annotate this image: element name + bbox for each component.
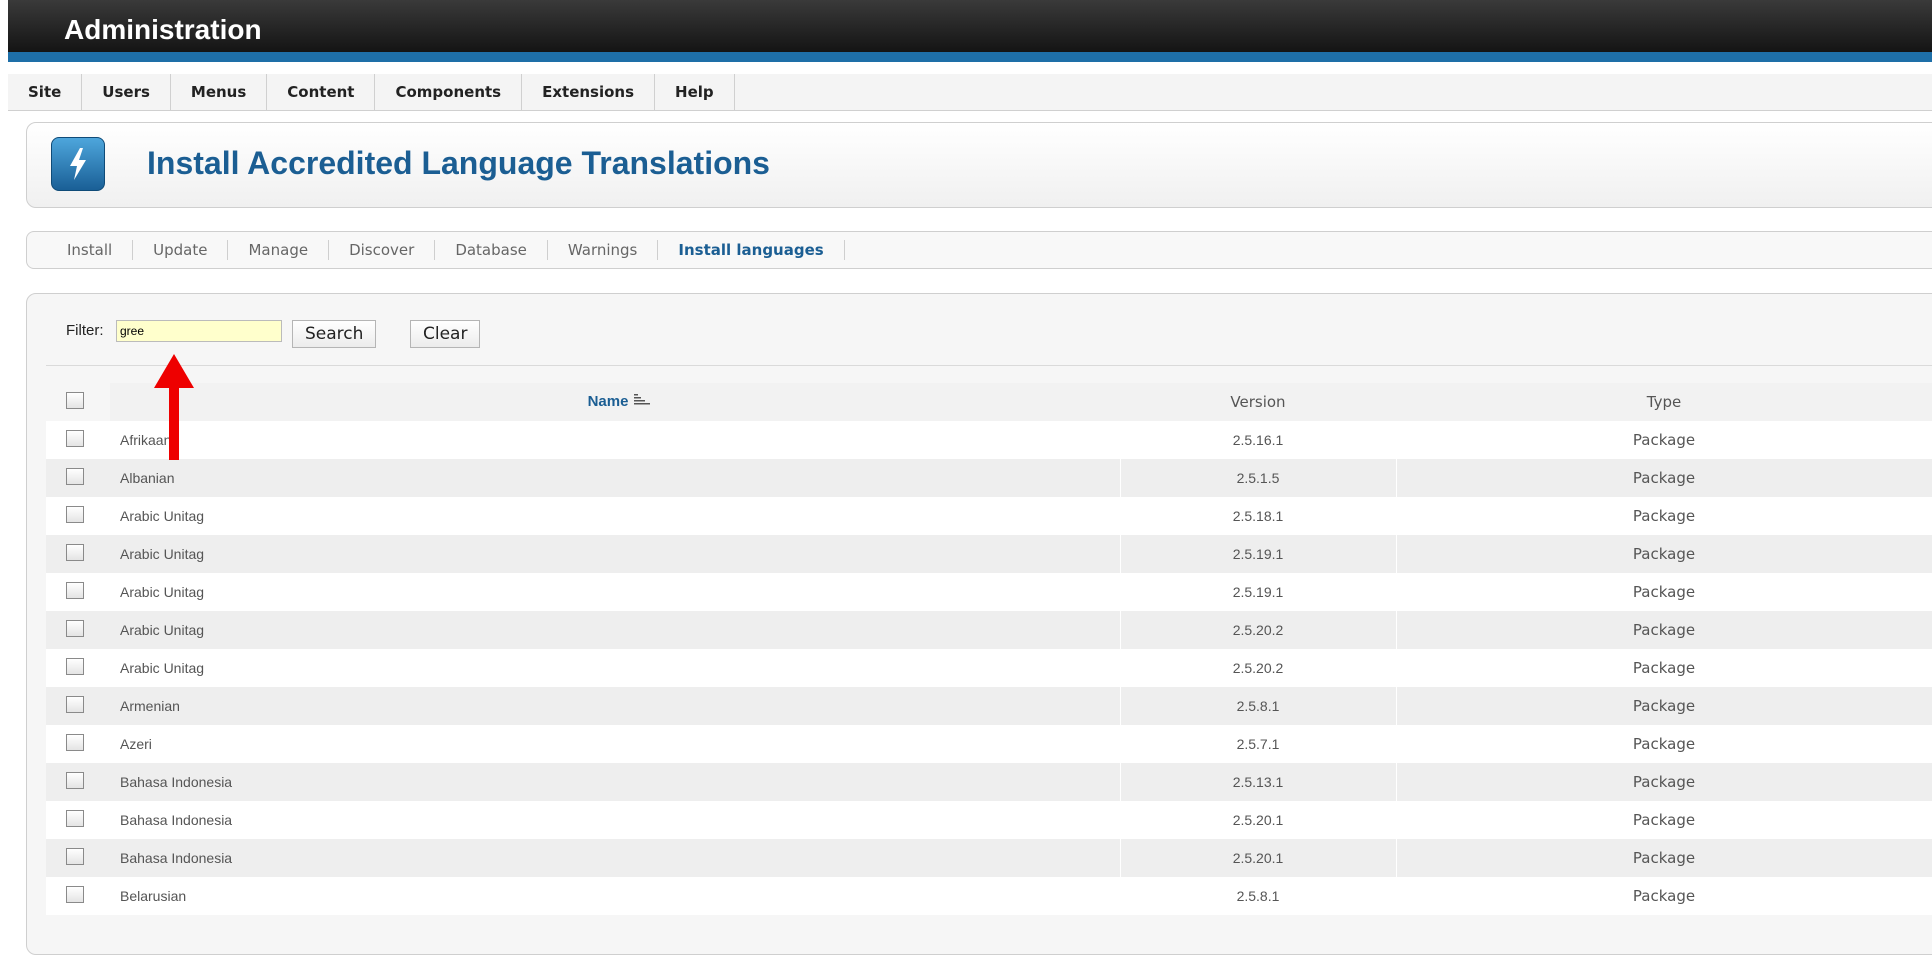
row-checkbox[interactable] [66, 734, 84, 751]
language-version: 2.5.13.1 [1232, 774, 1284, 790]
menu-menus[interactable]: Menus [171, 74, 268, 110]
table-row: Belarusian 2.5.8.1 Package [46, 877, 1932, 915]
row-checkbox[interactable] [66, 886, 84, 903]
language-type: Package [1632, 545, 1696, 563]
language-type: Package [1632, 583, 1696, 601]
language-version: 2.5.20.1 [1232, 812, 1284, 828]
language-version: 2.5.20.2 [1232, 622, 1284, 638]
language-type: Package [1632, 811, 1696, 829]
clear-button[interactable]: Clear [410, 320, 481, 348]
table-row: Albanian 2.5.1.5 Package [46, 459, 1932, 497]
tab-database[interactable]: Database [435, 240, 548, 260]
admin-header: Administration [8, 0, 1932, 62]
row-checkbox[interactable] [66, 468, 84, 485]
tab-warnings[interactable]: Warnings [548, 240, 659, 260]
table-row: Afrikaans 2.5.16.1 Package [46, 421, 1932, 459]
filter-label: Filter: [66, 322, 104, 339]
table-row: Arabic Unitag 2.5.19.1 Package [46, 535, 1932, 573]
filter-divider [46, 365, 1932, 366]
language-version: 2.5.16.1 [1232, 432, 1284, 448]
language-version: 2.5.20.1 [1232, 850, 1284, 866]
row-checkbox[interactable] [66, 544, 84, 561]
table-row: Arabic Unitag 2.5.20.2 Package [46, 611, 1932, 649]
language-type: Package [1632, 621, 1696, 639]
row-checkbox[interactable] [66, 506, 84, 523]
language-name: Arabic Unitag [120, 546, 205, 562]
search-button[interactable]: Search [292, 320, 377, 348]
language-name: Azeri [120, 736, 152, 752]
table-row: Arabic Unitag 2.5.19.1 Package [46, 573, 1932, 611]
language-type: Package [1632, 469, 1696, 487]
language-name: Bahasa Indonesia [120, 812, 233, 828]
language-version: 2.5.20.2 [1232, 660, 1284, 676]
language-version: 2.5.19.1 [1232, 584, 1284, 600]
language-name: Arabic Unitag [120, 584, 205, 600]
main-menu-bar: Site Users Menus Content Components Exte… [8, 74, 1932, 111]
tab-update[interactable]: Update [133, 240, 229, 260]
tab-install-languages[interactable]: Install languages [658, 240, 845, 260]
tab-install[interactable]: Install [27, 240, 134, 260]
select-all-checkbox[interactable] [66, 392, 84, 409]
row-checkbox[interactable] [66, 696, 84, 713]
language-version: 2.5.7.1 [1236, 736, 1280, 752]
row-checkbox[interactable] [66, 582, 84, 599]
language-type: Package [1632, 659, 1696, 677]
language-version: 2.5.1.5 [1236, 470, 1280, 486]
menu-extensions[interactable]: Extensions [522, 74, 656, 110]
table-row: Bahasa Indonesia 2.5.13.1 Package [46, 763, 1932, 801]
menu-content[interactable]: Content [267, 74, 376, 110]
installer-submenu: Install Update Manage Discover Database … [26, 231, 1932, 269]
row-checkbox[interactable] [66, 848, 84, 865]
table-row: Azeri 2.5.7.1 Package [46, 725, 1932, 763]
language-type: Package [1632, 507, 1696, 525]
table-row: Armenian 2.5.8.1 Package [46, 687, 1932, 725]
language-name: Arabic Unitag [120, 622, 205, 638]
filter-input[interactable] [116, 320, 282, 342]
language-name: Belarusian [120, 888, 187, 904]
language-name: Armenian [120, 698, 180, 714]
language-name: Bahasa Indonesia [120, 850, 233, 866]
column-header-type: Type [1646, 393, 1682, 411]
admin-title: Administration [64, 14, 262, 45]
table-body: Afrikaans 2.5.16.1 Package Albanian 2.5.1.5 P… [46, 421, 1932, 915]
page-title-box: Install Accredited Language Translations [26, 122, 1932, 208]
language-name: Arabic Unitag [120, 508, 205, 524]
language-version: 2.5.18.1 [1232, 508, 1284, 524]
menu-components[interactable]: Components [375, 74, 523, 110]
language-type: Package [1632, 735, 1696, 753]
table-row: Arabic Unitag 2.5.20.2 Package [46, 649, 1932, 687]
language-name: Bahasa Indonesia [120, 774, 233, 790]
row-checkbox[interactable] [66, 430, 84, 447]
sort-ascending-icon [634, 383, 652, 421]
row-checkbox[interactable] [66, 620, 84, 637]
page-title: Install Accredited Language Translations [147, 145, 770, 181]
language-version: 2.5.8.1 [1236, 888, 1280, 904]
menu-site[interactable]: Site [8, 74, 83, 110]
language-type: Package [1632, 431, 1696, 449]
table-row: Bahasa Indonesia 2.5.20.1 Package [46, 801, 1932, 839]
language-type: Package [1632, 849, 1696, 867]
menu-help[interactable]: Help [655, 74, 735, 110]
row-checkbox[interactable] [66, 658, 84, 675]
language-version: 2.5.8.1 [1236, 698, 1280, 714]
language-type: Package [1632, 773, 1696, 791]
tab-manage[interactable]: Manage [228, 240, 330, 260]
language-type: Package [1632, 887, 1696, 905]
language-type: Package [1632, 697, 1696, 715]
language-version: 2.5.19.1 [1232, 546, 1284, 562]
language-name: Arabic Unitag [120, 660, 205, 676]
menu-users[interactable]: Users [82, 74, 171, 110]
row-checkbox[interactable] [66, 772, 84, 789]
languages-table: Name Version Type Afrikaans 2.5.16.1 Packa… [46, 383, 1932, 915]
install-bolt-icon [51, 137, 105, 191]
column-header-name[interactable]: Name [120, 383, 1120, 421]
column-header-name-label: Name [587, 393, 629, 410]
table-row: Arabic Unitag 2.5.18.1 Package [46, 497, 1932, 535]
red-up-arrow-icon [152, 354, 196, 467]
tab-discover[interactable]: Discover [329, 240, 436, 260]
table-header-row: Name Version Type [46, 383, 1932, 421]
table-row: Bahasa Indonesia 2.5.20.1 Package [46, 839, 1932, 877]
row-checkbox[interactable] [66, 810, 84, 827]
column-header-version: Version [1230, 393, 1286, 411]
